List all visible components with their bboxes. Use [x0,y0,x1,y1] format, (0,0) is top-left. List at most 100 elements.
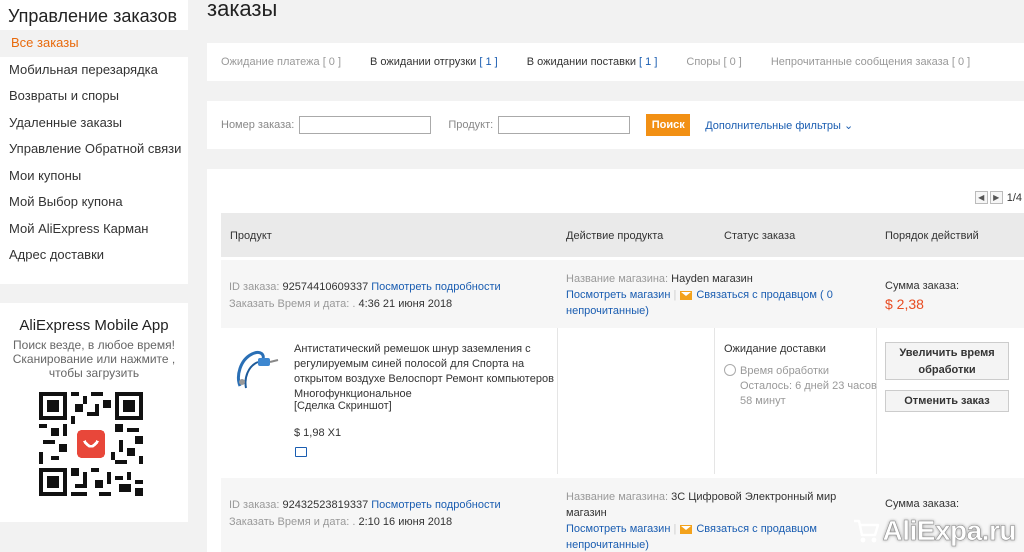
header-actions: Порядок действий [885,230,979,242]
app-promo-line-3: чтобы загрузить [48,366,140,380]
separator: | [673,523,677,535]
store-name: Hayden магазин [671,273,753,285]
sidebar-item-all-orders[interactable]: Все заказы [0,30,188,57]
store-info: Название магазина: Hayden магазин Посмот… [566,271,856,319]
total-label: Сумма заказа: [885,280,960,292]
order-number-label: Номер заказа: [221,119,295,131]
app-promo-line-2: Сканирование или нажмите , [12,352,176,366]
watermark: AliExpa.ru [852,515,1017,547]
order-id-label: ID заказа: [229,499,280,511]
order-menu: Управление заказов Все заказы Мобильная … [0,0,188,284]
order-date: 2:10 16 июня 2018 [358,516,453,528]
sidebar-item-coupons[interactable]: Мои купоны [0,163,188,190]
column-divider [714,328,715,474]
page-indicator: 1/4 [1006,191,1022,204]
tab-label: В ожидании отгрузки [370,56,477,68]
tab-label: Споры [686,56,721,68]
view-store-link[interactable]: Посмотреть магазин [566,523,670,535]
product-image[interactable] [230,342,282,394]
prev-page-icon[interactable]: ◀ [974,191,988,204]
total-label: Сумма заказа: [885,498,960,510]
app-promo-text: Поиск везде, в любое время! Сканирование… [0,338,188,380]
contact-seller-link[interactable]: Связаться с продавцом [696,523,817,535]
envelope-icon [680,290,693,300]
sidebar: Управление заказов Все заказы Мобильная … [0,0,188,522]
extend-processing-button[interactable]: Увеличить время обработки [885,342,1009,380]
more-filters-label: Дополнительные фильтры [705,119,841,132]
unread-label[interactable]: непрочитанные) [566,303,856,319]
contact-seller-link[interactable]: Связаться с продавцом ( 0 [696,289,832,301]
mobile-app-promo: AliExpress Mobile App Поиск везде, в люб… [0,303,188,522]
product-input[interactable] [498,116,631,134]
order-item: Антистатический ремешок шнур заземления … [221,328,1024,474]
order-id: 92432523819337 [282,499,369,511]
tab-count: [ 1 ] [639,56,658,68]
tab-awaiting-payment[interactable]: Ожидание платежа [ 0 ] [221,56,341,68]
sidebar-item-returns-disputes[interactable]: Возвраты и споры [0,83,188,110]
store-info: Название магазина: 3C Цифровой Электронн… [566,489,866,552]
header-product-action: Действие продукта [566,230,664,242]
tab-count: [ 0 ] [951,56,971,68]
product-label: Продукт: [448,119,494,131]
tab-awaiting-shipment[interactable]: В ожидании отгрузки [ 1 ] [370,56,498,68]
tab-disputes[interactable]: Споры [ 0 ] [686,56,741,68]
order-status: Ожидание доставки [724,343,826,355]
pager: ◀ ▶ 1/4 [973,191,1022,204]
total-amount: $ 2,38 [885,296,924,312]
order-details-link[interactable]: Посмотреть подробности [371,499,500,511]
time-remaining: Осталось: 6 дней 23 часов 58 минут [740,380,877,407]
sidebar-item-deleted-orders[interactable]: Удаленные заказы [0,110,188,137]
cart-icon [853,519,879,543]
order-details-link[interactable]: Посмотреть подробности [371,281,500,293]
tab-count: [ 0 ] [723,56,742,68]
sidebar-item-coupon-choice[interactable]: Мой Выбор купона [0,189,188,216]
contact-label: Связаться с продавцом [696,289,817,301]
sidebar-item-feedback[interactable]: Управление Обратной связи [0,136,188,163]
chevron-down-icon: ⌄ [843,119,854,132]
column-divider [557,328,558,474]
order-meta: ID заказа: 92574410609337 Посмотреть под… [229,279,501,313]
order-meta: ID заказа: 92432523819337 Посмотреть под… [229,497,501,531]
order-header: ID заказа: 92574410609337 Посмотреть под… [221,260,1024,328]
unread-count: ( 0 [819,289,833,301]
tab-label: Ожидание платежа [221,56,320,68]
tab-unread-messages[interactable]: Непрочитанные сообщения заказа [ 0 ] [771,56,970,68]
next-page-icon[interactable]: ▶ [989,191,1003,204]
unread-label[interactable]: непрочитанные) [566,537,866,552]
order-id-label: ID заказа: [229,281,280,293]
search-button[interactable]: Поиск [646,114,691,136]
order-number-input[interactable] [299,116,432,134]
view-store-link[interactable]: Посмотреть магазин [566,289,670,301]
store-label: Название магазина: [566,273,669,285]
table-header: Продукт Действие продукта Статус заказа … [221,213,1024,257]
app-promo-line-1: Поиск везде, в любое время! [13,338,175,352]
tab-label: В ожидании поставки [526,56,636,68]
tab-label: Непрочитанные сообщения заказа [770,56,949,68]
processing-time: Время обработки Осталось: 6 дней 23 часо… [740,364,890,409]
sidebar-item-mobile-recharge[interactable]: Мобильная перезарядка [0,57,188,84]
order-date-label: Заказать Время и дата: . [229,298,356,310]
product-title[interactable]: Антистатический ремешок шнур заземления … [294,342,554,402]
separator: | [673,289,677,301]
order-total: Сумма заказа: $ 2,38 [885,277,959,313]
header-product: Продукт [230,230,272,242]
tab-awaiting-delivery[interactable]: В ожидании поставки [ 1 ] [527,56,658,68]
order-total: Сумма заказа: [885,495,959,513]
store-label: Название магазина: [566,491,669,503]
orders-card: ◀ ▶ 1/4 Продукт Действие продукта Статус… [207,169,1024,552]
more-filters-link[interactable]: Дополнительные фильтры ⌄ [705,119,853,132]
sidebar-item-pocket[interactable]: Мой AliExpress Карман [0,216,188,243]
cancel-order-button[interactable]: Отменить заказ [885,390,1009,412]
envelope-icon [680,524,693,534]
order-status-tabs: Ожидание платежа [ 0 ] В ожидании отгруз… [207,43,1024,81]
snapshot-link[interactable]: [Сделка Скриншот] [294,400,392,412]
snapshot-icon[interactable] [295,447,307,457]
processing-label: Время обработки [740,365,829,377]
header-order-status: Статус заказа [724,230,796,242]
app-promo-title: AliExpress Mobile App [19,317,169,334]
sidebar-item-shipping-address[interactable]: Адрес доставки [0,242,188,269]
order-date: 4:36 21 июня 2018 [358,298,453,310]
qr-code[interactable] [39,392,143,496]
sidebar-title: Управление заказов [8,6,178,26]
tab-count: [ 0 ] [322,56,342,68]
